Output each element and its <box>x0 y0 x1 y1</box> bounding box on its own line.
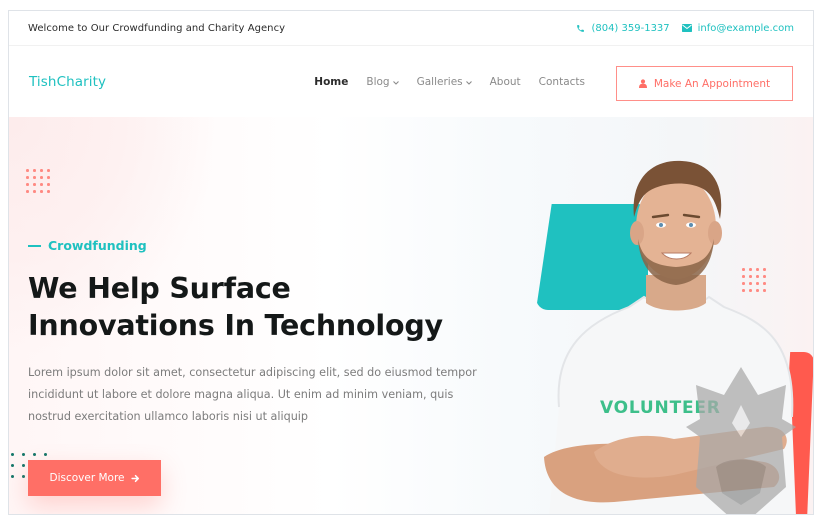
nav-item-label: Galleries <box>416 75 463 88</box>
top-bar: Welcome to Our Crowdfunding and Charity … <box>9 11 813 46</box>
nav-item-contacts[interactable]: Contacts <box>539 76 585 88</box>
chevron-down-icon <box>392 79 399 87</box>
page-frame: Welcome to Our Crowdfunding and Charity … <box>8 10 814 515</box>
appointment-label: Make An Appointment <box>653 77 771 90</box>
user-icon <box>638 79 647 88</box>
nav-item-label: About <box>489 75 521 88</box>
nav-item-label: Blog <box>366 75 390 88</box>
main-menu: Home Blog Galleries About Contacts <box>296 76 585 88</box>
hero-description: Lorem ipsum dolor sit amet, consectetur … <box>28 366 477 423</box>
email-address: info@example.com <box>697 22 794 34</box>
site-logo[interactable]: TishCharity <box>29 74 106 90</box>
contact-info: (804) 359-1337 info@example.com <box>576 23 794 34</box>
hero-kicker: Crowdfunding <box>28 238 147 253</box>
cta-label: Discover More <box>49 472 125 484</box>
nav-item-home[interactable]: Home <box>314 76 348 88</box>
phone-icon <box>576 24 585 33</box>
nav-item-about[interactable]: About <box>490 76 521 88</box>
hero-section: Crowdfunding We Help Surface Innovations… <box>9 117 813 514</box>
email-link[interactable]: info@example.com <box>681 22 794 34</box>
watermark-logo-icon <box>686 367 796 514</box>
main-navbar: TishCharity Home Blog Galleries About Co… <box>9 46 813 117</box>
nav-item-blog[interactable]: Blog <box>366 75 399 88</box>
headline-line-1: We Help Surface <box>28 272 291 305</box>
nav-item-galleries[interactable]: Galleries <box>417 76 472 88</box>
envelope-icon <box>681 24 692 32</box>
kicker-text: Crowdfunding <box>48 238 147 253</box>
decorative-dots <box>26 169 54 197</box>
welcome-text: Welcome to Our Crowdfunding and Charity … <box>28 22 286 34</box>
nav-item-label: Contacts <box>538 75 585 88</box>
make-appointment-button[interactable]: Make An Appointment <box>616 66 793 101</box>
hero-headline: We Help Surface Innovations In Technolog… <box>28 270 498 344</box>
phone-number: (804) 359-1337 <box>591 22 670 34</box>
dash-decoration <box>28 244 41 247</box>
discover-more-button[interactable]: Discover More <box>28 460 161 496</box>
chevron-down-icon <box>465 79 472 87</box>
headline-line-2: Innovations In Technology <box>28 309 443 342</box>
arrow-right-icon <box>130 474 140 483</box>
phone-link[interactable]: (804) 359-1337 <box>576 22 670 34</box>
nav-item-label: Home <box>314 75 349 88</box>
